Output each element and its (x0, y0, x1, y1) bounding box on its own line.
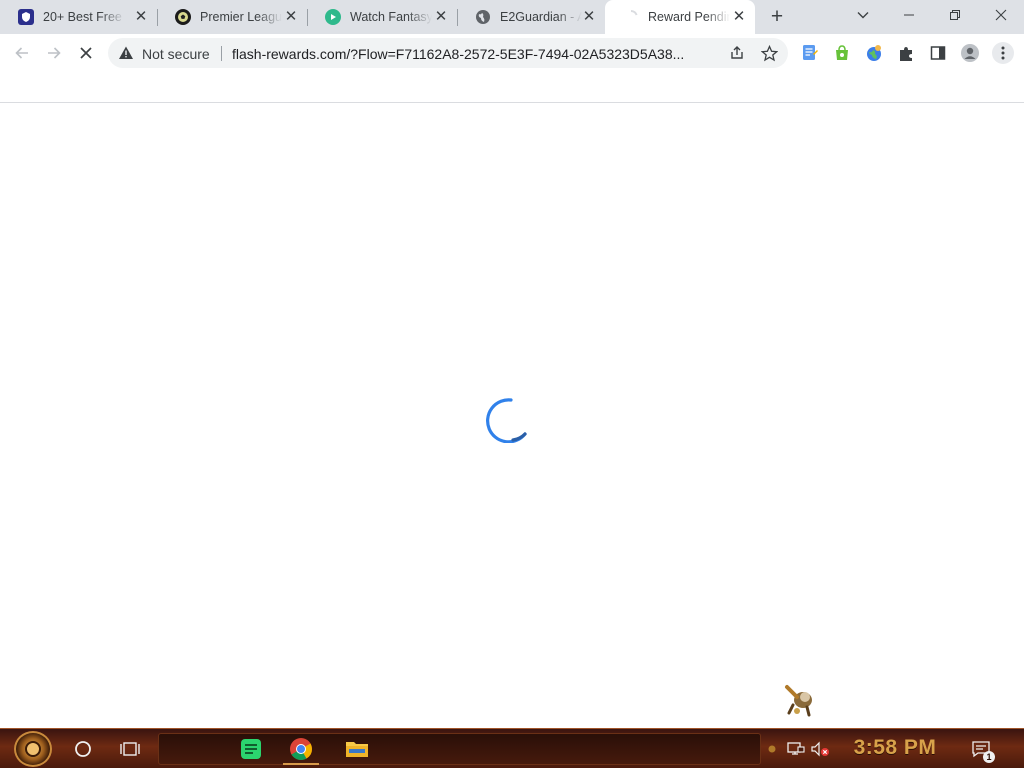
side-panel-icon[interactable] (928, 43, 948, 63)
start-gear-icon (25, 741, 41, 757)
close-tab-icon[interactable]: ✕ (581, 9, 597, 25)
security-status-label[interactable]: Not secure (142, 46, 210, 62)
loading-icon (623, 9, 639, 25)
minimize-icon (904, 14, 914, 16)
shopping-extension-icon[interactable] (832, 43, 852, 63)
close-tab-icon[interactable]: ✕ (133, 9, 149, 25)
bookmark-bar (0, 72, 1024, 103)
restore-button[interactable] (932, 0, 978, 30)
chrome-icon[interactable] (289, 737, 313, 761)
file-explorer-icon[interactable] (345, 737, 369, 761)
tab-title: Watch Fantasy (350, 10, 432, 24)
warning-icon[interactable] (118, 45, 134, 66)
tab-title: E2Guardian - Access Denied (500, 10, 582, 24)
notes-extension-icon[interactable] (800, 43, 820, 63)
soccer-ball-icon (175, 9, 191, 25)
globe-icon (475, 9, 491, 25)
desktop-mascot-icon (785, 685, 812, 717)
share-icon[interactable] (728, 44, 746, 62)
tab-title: Reward Pending (648, 10, 730, 24)
network-icon[interactable] (786, 739, 806, 759)
forward-button[interactable] (41, 40, 67, 66)
omnibox-divider (221, 46, 222, 61)
tab-1[interactable]: 20+ Best Free ✕ (0, 0, 158, 34)
page-content (0, 104, 1024, 728)
tab-title: Premier League (200, 10, 282, 24)
volume-muted-icon[interactable] (810, 739, 830, 759)
close-tab-icon[interactable]: ✕ (433, 9, 449, 25)
arrow-left-icon (15, 47, 28, 59)
minimize-button[interactable] (886, 0, 932, 30)
tab-5-active[interactable]: Reward Pending ✕ (605, 0, 755, 34)
tab-2[interactable]: Premier League ✕ (157, 0, 308, 34)
globe-extension-icon[interactable] (864, 43, 884, 63)
tab-strip: 20+ Best Free ✕ Premier League ✕ Watch F… (0, 0, 1024, 34)
new-tab-button[interactable]: + (765, 6, 789, 28)
tab-4[interactable]: E2Guardian - Access Denied ✕ (457, 0, 605, 34)
tab-search-button[interactable] (840, 0, 886, 30)
back-button[interactable] (9, 40, 35, 66)
notes-app-icon[interactable] (239, 737, 263, 761)
show-hidden-icons-icon[interactable] (765, 739, 779, 759)
shield-icon (18, 9, 34, 25)
arrow-right-icon (48, 47, 61, 59)
close-icon (995, 9, 1007, 21)
profile-avatar-icon[interactable] (960, 43, 980, 63)
close-tab-icon[interactable]: ✕ (283, 9, 299, 25)
restore-icon (950, 10, 960, 20)
address-bar[interactable]: Not secure flash-rewards.com/?Flow=F7116… (108, 38, 788, 68)
cortana-circle-icon[interactable] (71, 737, 95, 761)
notification-count-badge: 1 (983, 751, 995, 763)
chevron-down-icon (857, 12, 869, 19)
star-bookmark-icon[interactable] (760, 44, 778, 62)
loading-spinner-icon (486, 398, 527, 443)
close-tab-icon[interactable]: ✕ (731, 9, 747, 25)
tab-3[interactable]: Watch Fantasy ✕ (307, 0, 458, 34)
close-icon (80, 47, 92, 59)
start-button[interactable] (14, 731, 52, 767)
tab-title: 20+ Best Free (43, 10, 122, 24)
play-icon (325, 9, 341, 25)
stop-loading-button[interactable] (73, 40, 99, 66)
puzzle-extensions-icon[interactable] (896, 43, 916, 63)
url-text[interactable]: flash-rewards.com/?Flow=F71162A8-2572-5E… (232, 46, 716, 62)
close-window-button[interactable] (978, 0, 1024, 30)
browser-toolbar: Not secure flash-rewards.com/?Flow=F7116… (0, 34, 1024, 72)
taskbar-clock[interactable]: 3:58 PM (845, 733, 945, 763)
kebab-menu-icon[interactable] (992, 42, 1014, 64)
task-view-icon[interactable] (118, 737, 142, 761)
